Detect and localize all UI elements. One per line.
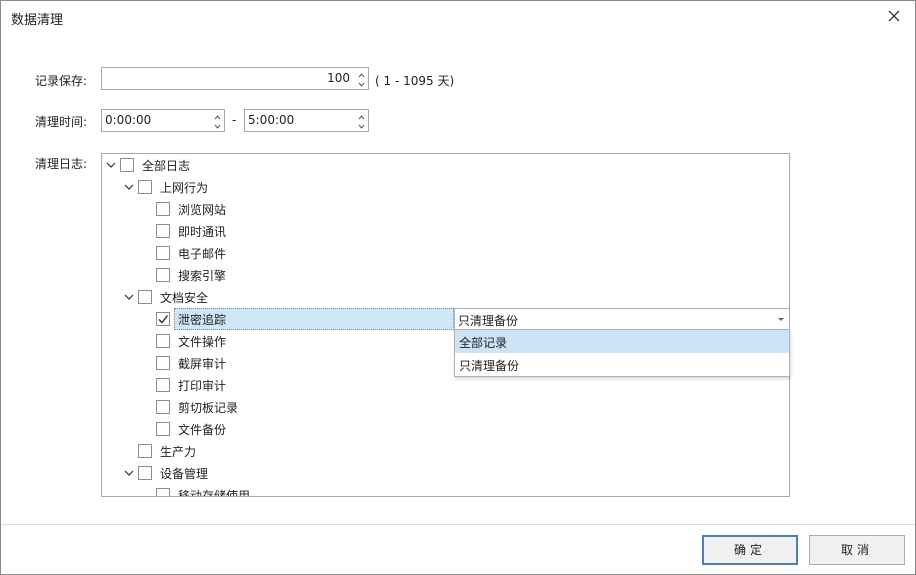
- chevron-down-icon[interactable]: [123, 181, 135, 193]
- tree-item-web-browsing[interactable]: 浏览网站: [102, 198, 789, 220]
- checkmark-icon: [158, 315, 169, 324]
- tree-item-label: 文件备份: [178, 423, 227, 437]
- retention-label: 记录保存:: [35, 74, 88, 88]
- combobox-value: 只清理备份: [458, 314, 519, 328]
- close-icon: [888, 10, 900, 22]
- chevron-down-icon[interactable]: [123, 467, 135, 479]
- tree-item-print-audit[interactable]: 打印审计: [102, 374, 789, 396]
- tree-item-label: 泄密追踪: [178, 313, 227, 327]
- checkbox[interactable]: [156, 268, 170, 282]
- checkbox[interactable]: [156, 488, 170, 496]
- clean-time-end-value: 5:00:00: [248, 113, 295, 127]
- tree-item-document-security[interactable]: 文档安全: [102, 286, 789, 308]
- tree-item-label: 浏览网站: [178, 203, 227, 217]
- tree-item-label: 文档安全: [160, 291, 209, 305]
- checkbox[interactable]: [156, 400, 170, 414]
- tree-item-label: 搜索引擎: [178, 269, 227, 283]
- spin-up-icon[interactable]: [357, 69, 366, 78]
- tree-item-label: 即时通讯: [178, 225, 227, 239]
- checkbox[interactable]: [156, 378, 170, 392]
- time-range-separator: -: [232, 113, 237, 127]
- dropdown-option-all-records[interactable]: 全部记录: [455, 330, 789, 353]
- cleanup-mode-dropdown-list[interactable]: 全部记录 只清理备份: [454, 329, 790, 377]
- tree-item-label: 移动存储使用: [178, 489, 251, 497]
- tree-item-web-behavior[interactable]: 上网行为: [102, 176, 789, 198]
- tree-item-search-engine[interactable]: 搜索引擎: [102, 264, 789, 286]
- tree-item-removable-storage[interactable]: 移动存储使用: [102, 484, 789, 497]
- cleanup-mode-combobox[interactable]: 只清理备份: [454, 308, 789, 330]
- spinner-arrows[interactable]: [357, 111, 366, 130]
- chevron-down-icon[interactable]: [123, 291, 135, 303]
- tree-item-label: 剪切板记录: [178, 401, 239, 415]
- spinner-arrows[interactable]: [213, 111, 222, 130]
- dialog-title: 数据清理: [11, 13, 64, 28]
- clean-time-start-value: 0:00:00: [105, 113, 152, 127]
- tree-item-label: 截屏审计: [178, 357, 227, 371]
- tree-item-clipboard-record[interactable]: 剪切板记录: [102, 396, 789, 418]
- checkbox[interactable]: [156, 422, 170, 436]
- checkbox[interactable]: [138, 466, 152, 480]
- tree-item-label: 设备管理: [160, 467, 209, 481]
- checkbox[interactable]: [156, 334, 170, 348]
- spin-up-icon[interactable]: [213, 111, 222, 120]
- spinner-arrows[interactable]: [357, 69, 366, 88]
- retention-days-value: 100: [327, 71, 350, 85]
- checkbox[interactable]: [156, 246, 170, 260]
- tree-item-leak-tracking[interactable]: 泄密追踪 只清理备份: [102, 308, 789, 330]
- checkbox-checked[interactable]: [156, 312, 170, 326]
- tree-item-label: 电子邮件: [178, 247, 227, 261]
- checkbox[interactable]: [156, 224, 170, 238]
- checkbox[interactable]: [138, 290, 152, 304]
- retention-days-spinner[interactable]: 100: [101, 67, 369, 90]
- chevron-down-icon[interactable]: [105, 159, 117, 171]
- tree-item-label: 文件操作: [178, 335, 227, 349]
- ok-button[interactable]: 确定: [702, 535, 798, 565]
- spin-down-icon[interactable]: [213, 120, 222, 129]
- clean-log-label: 清理日志:: [35, 157, 88, 171]
- tree-item-label: 打印审计: [178, 379, 227, 393]
- checkbox[interactable]: [138, 444, 152, 458]
- cancel-button[interactable]: 取消: [809, 535, 905, 565]
- dropdown-option-backup-only[interactable]: 只清理备份: [455, 353, 789, 376]
- spin-up-icon[interactable]: [357, 111, 366, 120]
- checkbox[interactable]: [120, 158, 134, 172]
- tree-item-all-logs[interactable]: 全部日志: [102, 154, 789, 176]
- spin-down-icon[interactable]: [357, 78, 366, 87]
- tree-item-label: 上网行为: [160, 181, 209, 195]
- tree-item-label: 生产力: [160, 445, 197, 459]
- tree-item-email[interactable]: 电子邮件: [102, 242, 789, 264]
- tree-item-device-management[interactable]: 设备管理: [102, 462, 789, 484]
- dropdown-option-label: 只清理备份: [459, 359, 520, 373]
- data-cleanup-dialog: 数据清理 记录保存: 100 ( 1 - 1095 天) 清理时间: 0:00:…: [0, 0, 916, 575]
- close-button[interactable]: [885, 7, 903, 25]
- checkbox[interactable]: [138, 180, 152, 194]
- retention-range-hint: ( 1 - 1095 天): [375, 74, 455, 88]
- clean-time-label: 清理时间:: [35, 115, 88, 129]
- tree-item-file-backup[interactable]: 文件备份: [102, 418, 789, 440]
- dropdown-arrow-icon[interactable]: [776, 314, 786, 324]
- checkbox[interactable]: [156, 356, 170, 370]
- log-tree[interactable]: 全部日志 上网行为 浏览网站 即时通讯 电子邮件 搜索引擎 文档安全 泄密追踪 …: [101, 153, 790, 497]
- checkbox[interactable]: [156, 202, 170, 216]
- footer-divider: [1, 524, 915, 525]
- dropdown-option-label: 全部记录: [459, 336, 508, 350]
- spin-down-icon[interactable]: [357, 120, 366, 129]
- clean-time-end-spinner[interactable]: 5:00:00: [244, 109, 369, 132]
- tree-item-label: 全部日志: [142, 159, 191, 173]
- title-bar: 数据清理: [1, 1, 915, 33]
- tree-item-productivity[interactable]: 生产力: [102, 440, 789, 462]
- clean-time-start-spinner[interactable]: 0:00:00: [101, 109, 225, 132]
- tree-item-instant-messaging[interactable]: 即时通讯: [102, 220, 789, 242]
